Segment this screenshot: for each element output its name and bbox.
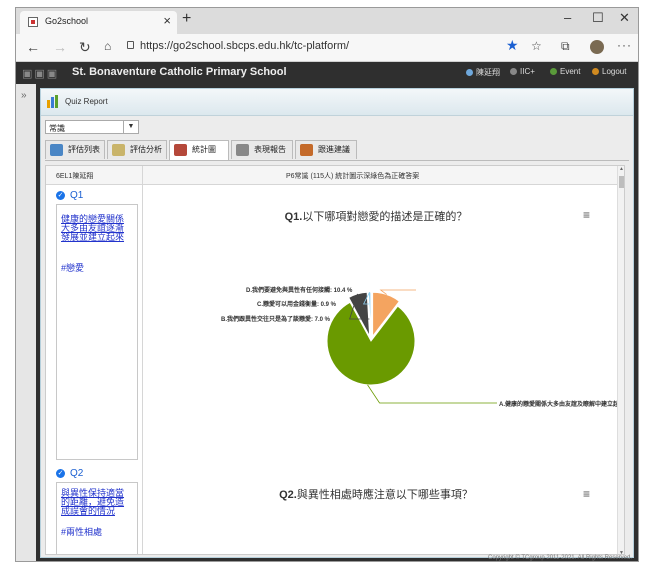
check-icon: ✓ (56, 469, 65, 478)
quiz-report-header: Quiz Report (41, 89, 633, 116)
tab-performance-report[interactable]: 表現報告 (231, 140, 293, 159)
chart-title-number: Q2. (279, 489, 297, 501)
url-field[interactable]: https://go2school.sbcps.edu.hk/tc-platfo… (140, 40, 349, 52)
close-tab-icon[interactable]: × (163, 13, 171, 28)
app-body: » Quiz Report 常識 ▼ 評估列表 評估分析 統計圖 表現報告 跟進… (16, 84, 638, 561)
chevron-down-icon[interactable]: ▼ (123, 121, 138, 133)
user-link[interactable]: 陳延翔 (466, 67, 500, 78)
maximize-icon[interactable]: ☐ (592, 10, 604, 26)
logout-link[interactable]: Logout (592, 67, 626, 76)
side-collapse-strip[interactable]: » (16, 84, 36, 561)
chart-menu-icon[interactable]: ≡ (583, 487, 590, 501)
logout-icon (592, 68, 599, 75)
list-icon (50, 144, 63, 156)
question-2-chart-area (146, 464, 614, 554)
tab-assessment-list[interactable]: 評估列表 (45, 140, 105, 159)
event-link[interactable]: Event (550, 67, 580, 76)
new-tab-icon[interactable]: + (182, 10, 191, 28)
logout-label: Logout (602, 67, 627, 76)
chart-title-text: 與異性相處時應注意以下哪些事項？ (296, 489, 473, 501)
forward-icon[interactable]: → (53, 39, 67, 55)
title-bar: Go2school × + – ☐ ✕ (16, 8, 638, 34)
scrollbar-thumb[interactable] (619, 176, 624, 188)
pie-data-label: D.我們要避免與異性有任何接觸: 10.4 % (246, 286, 353, 294)
tab-label: 跟進建議 (318, 145, 350, 154)
report-icon (236, 144, 249, 156)
user-icon (466, 69, 473, 76)
pie-data-label: A.健康的戀愛關係大多由友誼及瞭解中建立起來: 81.7 % (499, 400, 617, 408)
quiz-report-title: Quiz Report (65, 97, 108, 106)
quiz-report-icon (47, 95, 58, 108)
pie-leader-line (379, 289, 416, 295)
address-bar: ← → ↻ ⌂ https://go2school.sbcps.edu.hk/t… (16, 34, 638, 62)
pie-data-label: C.戀愛可以用金錢衡量: 0.9 % (257, 300, 337, 308)
tab-assessment-analysis[interactable]: 評估分析 (107, 140, 167, 159)
tab-label: 評估列表 (68, 145, 100, 154)
close-window-icon[interactable]: ✕ (619, 10, 630, 26)
event-label: Event (560, 67, 581, 76)
question-number-label: Q2 (70, 468, 84, 479)
event-icon (550, 68, 557, 75)
reload-icon[interactable]: ↻ (79, 39, 91, 56)
favorites-icon[interactable]: ☆ (531, 39, 542, 53)
question-tag: #兩性相處 (61, 527, 103, 537)
browser-window: Go2school × + – ☐ ✕ ← → ↻ ⌂ https://go2s… (15, 7, 639, 562)
user-name: 陳延翔 (476, 68, 500, 77)
lock-icon (127, 41, 134, 49)
browser-tab[interactable]: Go2school × (20, 11, 177, 34)
quiz-report-panel: Quiz Report 常識 ▼ 評估列表 評估分析 統計圖 表現報告 跟進建議… (40, 88, 634, 558)
tab-follow-up[interactable]: 跟進建議 (295, 140, 357, 159)
app-menu-icons[interactable]: ▣▣▣ (22, 67, 59, 80)
scrollbar[interactable]: ▲ ▼ (617, 166, 624, 554)
subject-select[interactable]: 常識 ▼ (45, 120, 139, 134)
favicon-icon (28, 17, 38, 27)
tab-label: 表現報告 (254, 145, 286, 154)
question-topic-link[interactable]: 與異性保持適當的距離，避免造成誤會的情況 (61, 489, 127, 516)
tab-statistics-chart[interactable]: 統計圖 (169, 140, 229, 160)
school-name: St. Bonaventure Catholic Primary School (72, 66, 287, 78)
minimize-icon[interactable]: – (564, 10, 571, 25)
footer-copyright: Copyright © TCgroup 2011-2021. All Right… (488, 555, 632, 561)
pie-data-label: B.我們跟異性交往只是為了談戀愛: 7.0 % (221, 315, 331, 323)
app-header: ▣▣▣ St. Bonaventure Catholic Primary Sch… (16, 62, 638, 84)
subject-select-value: 常識 (49, 124, 65, 133)
home-icon[interactable]: ⌂ (104, 39, 111, 53)
analysis-icon (112, 144, 125, 156)
profile-avatar[interactable] (590, 40, 604, 54)
collections-icon[interactable]: ⧉ (561, 39, 570, 54)
chart-title: Q2.與異性相處時應注意以下哪些事項？ (146, 486, 606, 502)
expand-icon[interactable]: » (21, 90, 27, 101)
tab-label: 統計圖 (192, 145, 216, 154)
tab-label: 評估分析 (130, 145, 162, 154)
pie-chart: A.健康的戀愛關係大多由友誼及瞭解中建立起來: 81.7 % B.我們跟異性交往只… (221, 286, 617, 408)
question-number: ✓ Q2 (56, 468, 83, 479)
iic-label: IIC+ (520, 67, 535, 76)
tab-title: Go2school (45, 16, 89, 26)
report-tabs: 評估列表 評估分析 統計圖 表現報告 跟進建議 (45, 140, 629, 161)
more-icon[interactable]: ··· (617, 38, 632, 52)
pie-leader-line (367, 384, 497, 404)
statistics-panel: 6EL1陳延翔 P6常識 (115人) 統計圖示深綠色為正確答案 ✓ Q1 健康的… (45, 165, 625, 555)
iic-link[interactable]: IIC+ (510, 67, 535, 76)
question-topic-box: 與異性保持適當的距離，避免造成誤會的情況 #兩性相處 (56, 482, 138, 554)
back-icon[interactable]: ← (26, 39, 40, 55)
favorite-star-icon[interactable]: ★ (506, 37, 519, 54)
follow-up-icon (300, 144, 313, 156)
scroll-up-icon[interactable]: ▲ (619, 166, 624, 172)
chart-icon (174, 144, 187, 156)
iic-icon (510, 68, 517, 75)
